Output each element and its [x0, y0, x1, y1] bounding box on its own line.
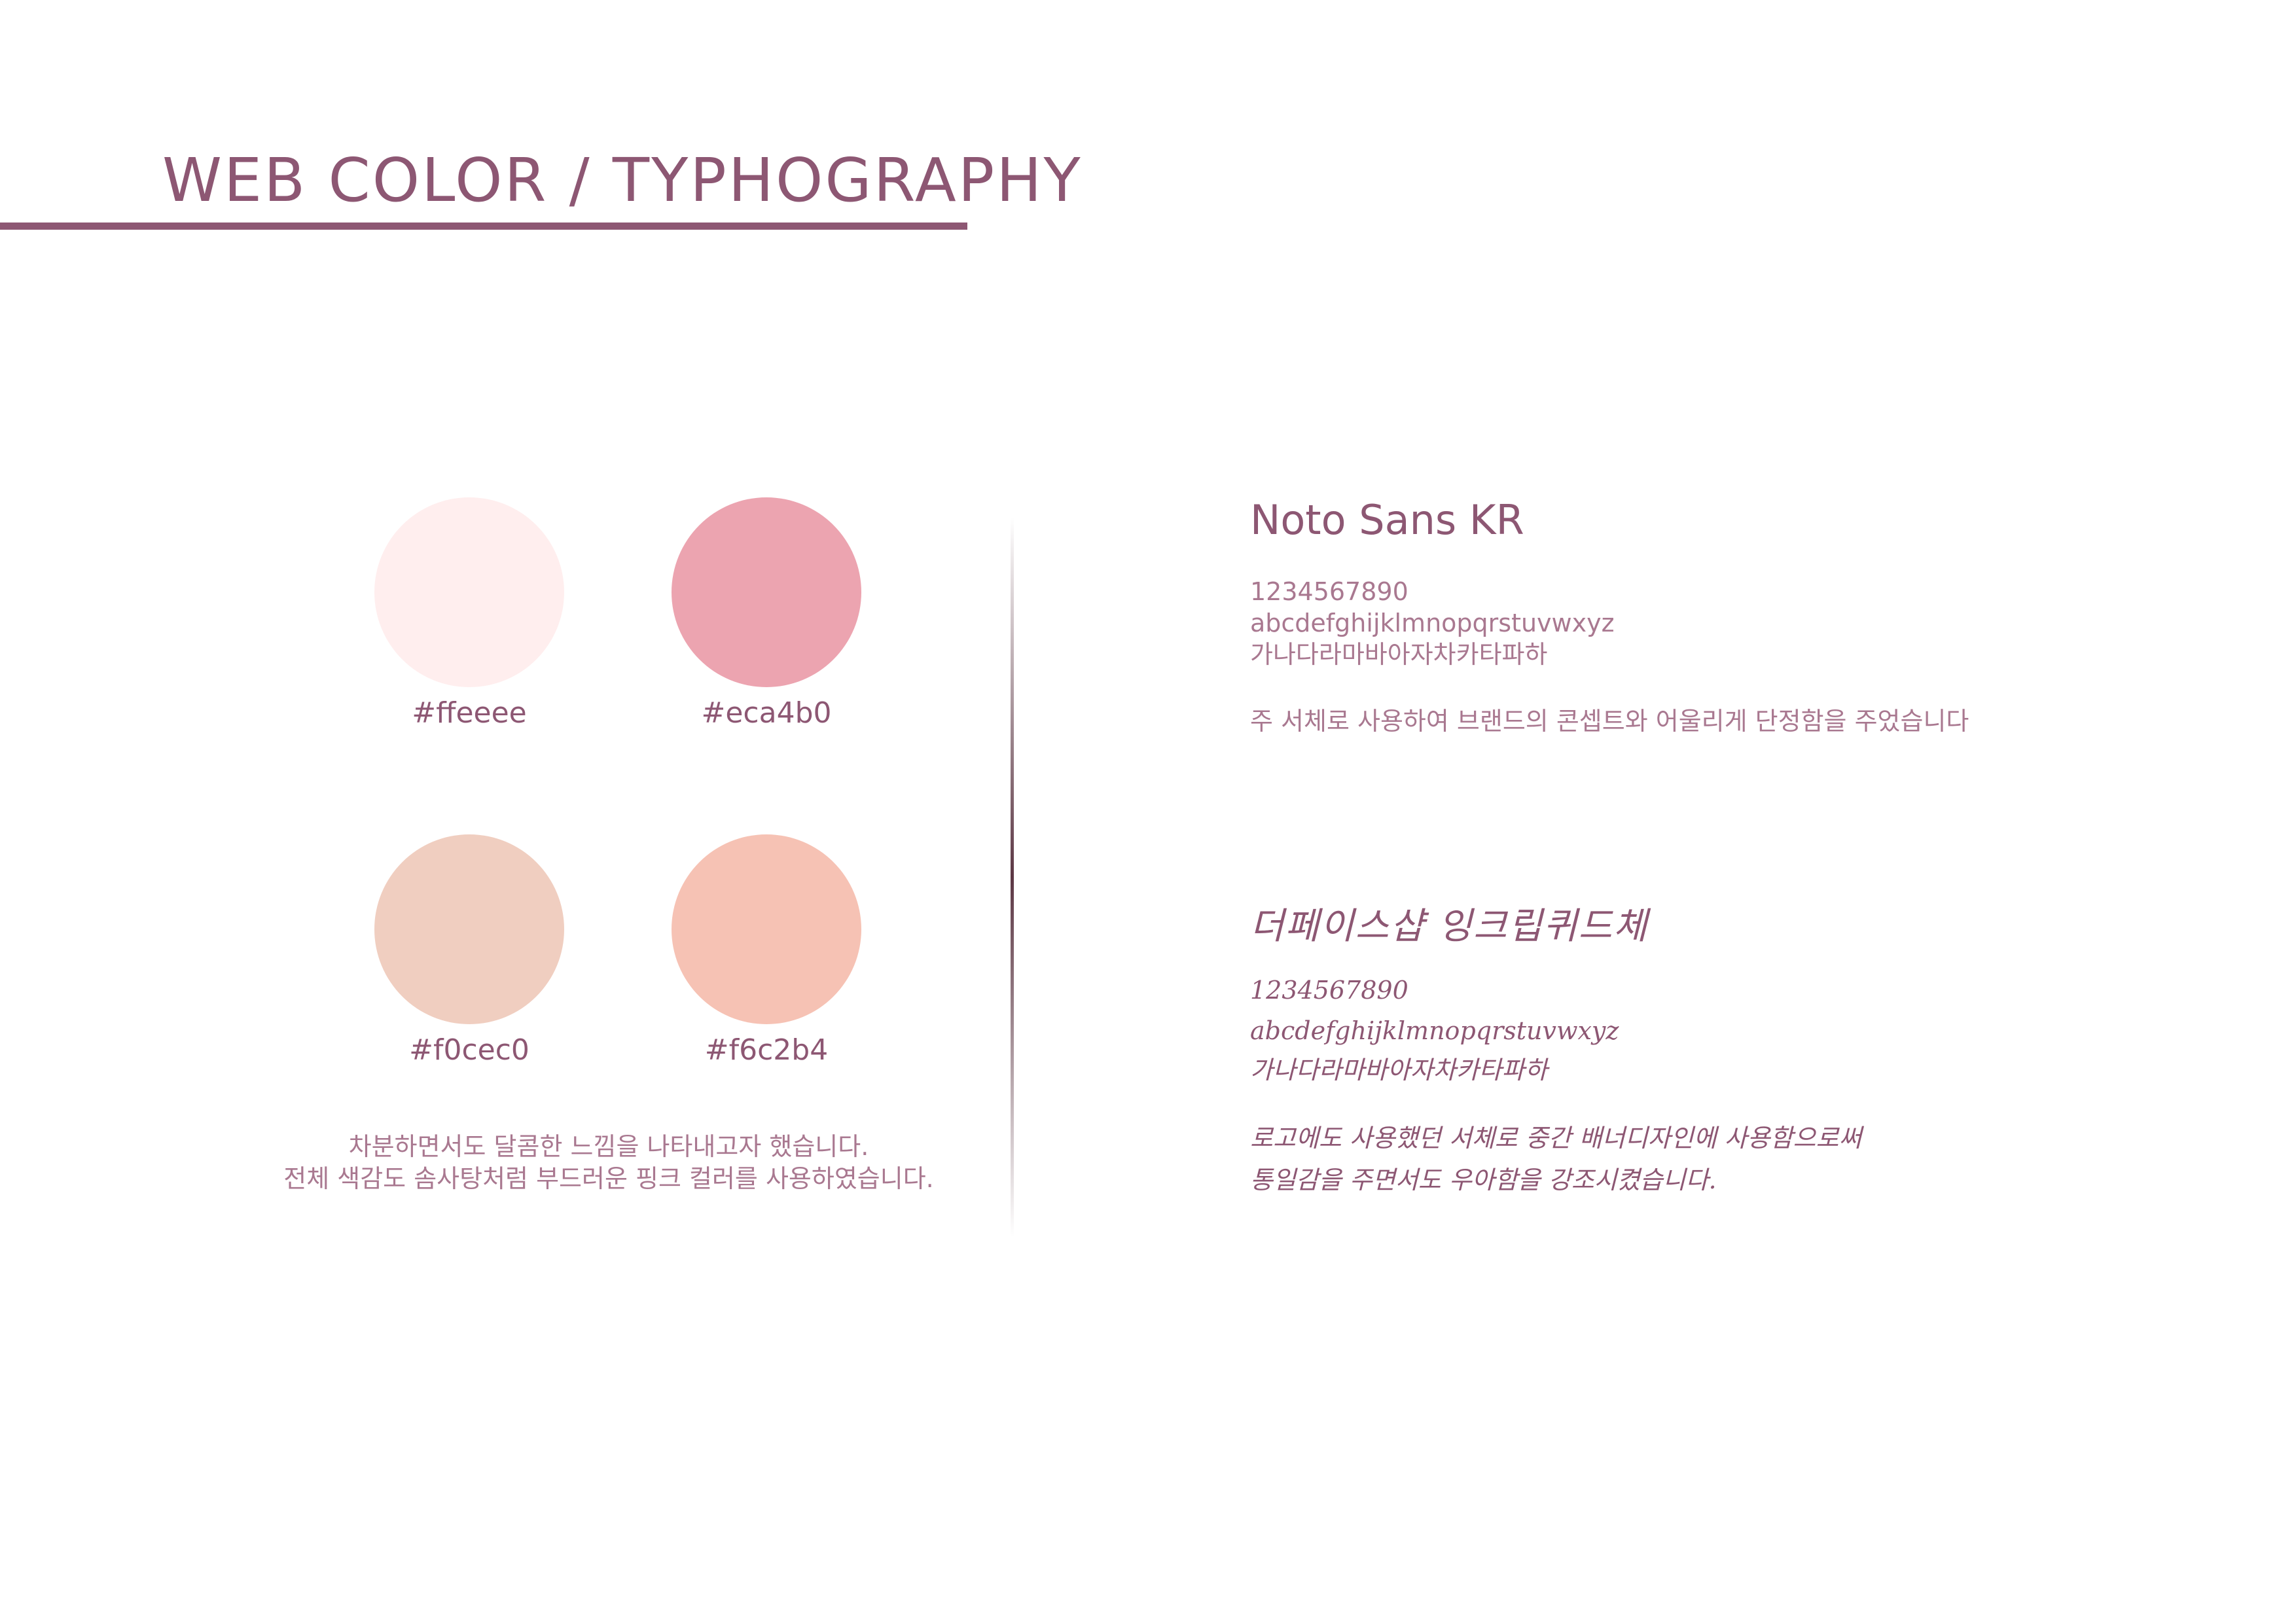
- color-hex-label: #f0cec0: [409, 1033, 529, 1067]
- font-sample-hangul: 가나다라마바아자차카타파하: [1250, 640, 1548, 669]
- page-title: WEB COLOR / TYPHOGRAPHY: [162, 145, 1083, 215]
- palette-description-line: 차분하면서도 달콤한 느낌을 나타내고자 했습니다.: [348, 1132, 869, 1161]
- font-sample-hangul: 가나다라마바아자차카타파하: [1250, 1056, 1548, 1084]
- font-name-inklipquid: 더페이스샵 잉크립퀴드체: [1250, 905, 1649, 948]
- font-sample-latin: abcdefghijklmnopqrstuvwxyz: [1250, 1016, 1619, 1045]
- section-divider: [1011, 517, 1014, 1237]
- palette-description-line: 전체 색감도 솜사탕처럼 부드러운 핑크 컬러를 사용하였습니다.: [283, 1164, 934, 1193]
- color-swatch-f0cec0: [374, 834, 564, 1024]
- font-name-noto-sans-kr: Noto Sans KR: [1250, 496, 1524, 544]
- color-hex-label: #eca4b0: [701, 696, 832, 730]
- font-sample-numbers: 1234567890: [1250, 976, 1408, 1005]
- color-swatch-ffeeee: [374, 497, 564, 687]
- color-swatch-eca4b0: [672, 497, 861, 687]
- color-swatch-f6c2b4: [672, 834, 861, 1024]
- palette-description: 차분하면서도 달콤한 느낌을 나타내고자 했습니다. 전체 색감도 솜사탕처럼 …: [196, 1131, 1021, 1195]
- title-underline: [0, 223, 967, 230]
- font-description: 통일감을 주면서도 우아함을 강조시켰습니다.: [1250, 1166, 1717, 1194]
- color-hex-label: #f6c2b4: [704, 1033, 829, 1067]
- font-sample-latin: abcdefghijklmnopqrstuvwxyz: [1250, 609, 1615, 637]
- font-sample-numbers: 1234567890: [1250, 577, 1408, 606]
- color-hex-label: #ffeeee: [412, 696, 527, 730]
- font-description: 주 서체로 사용하여 브랜드의 콘셉트와 어울리게 단정함을 주었습니다: [1250, 707, 1969, 736]
- font-description: 로고에도 사용했던 서체로 중간 배너디자인에 사용함으로써: [1250, 1124, 1862, 1152]
